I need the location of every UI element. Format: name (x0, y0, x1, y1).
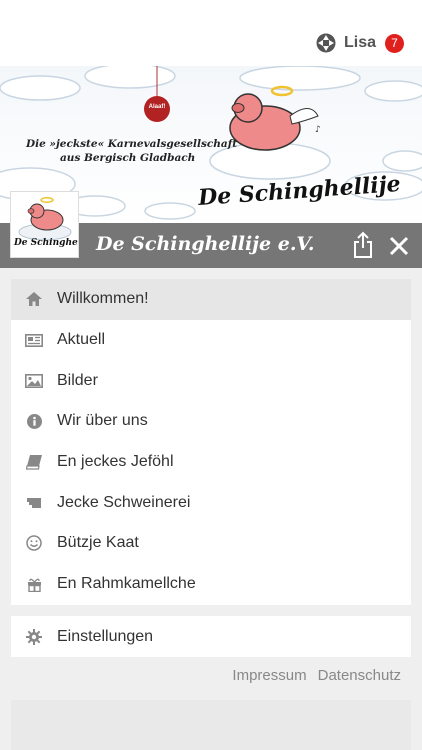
top-bar: Lisa 7 (0, 0, 422, 66)
gift-icon (25, 576, 43, 592)
bottom-panel (11, 700, 411, 750)
user-name[interactable]: Lisa (344, 34, 376, 52)
datenschutz-link[interactable]: Datenschutz (318, 667, 401, 684)
menu-label: En jeckes Jeföhl (57, 453, 174, 471)
settings-label: Einstellungen (57, 627, 154, 645)
book-icon (25, 454, 43, 470)
gear-icon (25, 628, 43, 645)
menu-item-aktuell[interactable]: Aktuell (11, 320, 411, 361)
home-icon (25, 291, 43, 307)
menu-label: Jecke Schweinerei (57, 493, 191, 511)
navigation-menu: Willkommen! Aktuell Bilder Wir über uns … (11, 279, 411, 605)
menu-item-jeckes-jefoehl[interactable]: En jeckes Jeföhl (11, 442, 411, 483)
avatar-text: De Schinghellije (14, 238, 78, 248)
footer-links: Impressum Datenschutz (232, 667, 401, 684)
user-area[interactable]: Lisa 7 (316, 33, 404, 53)
menu-item-willkommen[interactable]: Willkommen! (11, 279, 411, 320)
menu-item-wir-ueber-uns[interactable]: Wir über uns (11, 401, 411, 442)
club-avatar: De Schinghellije (10, 191, 79, 258)
ticket-icon (25, 495, 43, 511)
menu-label: En Rahmkamellche (57, 575, 196, 593)
impressum-link[interactable]: Impressum (232, 667, 306, 684)
menu-label: Aktuell (57, 331, 106, 349)
menu-label: Bilder (57, 371, 98, 389)
menu-label: Willkommen! (57, 290, 149, 308)
pig-logo-icon (18, 197, 72, 241)
banner-tagline-1: Die »jeckste« Karnevalsgesellschaft (26, 138, 238, 150)
menu-item-jecke-schweinerei[interactable]: Jecke Schweinerei (11, 482, 411, 523)
newspaper-icon (25, 332, 43, 348)
info-icon (25, 413, 43, 429)
menu-label: Wir über uns (57, 412, 148, 430)
menu-item-rahmkamellche[interactable]: En Rahmkamellche (11, 564, 411, 605)
menu-label: Bützje Kaat (57, 534, 139, 552)
club-title: De Schinghellije e.V. (96, 233, 315, 255)
banner-tagline-2: aus Bergisch Gladbach (60, 152, 196, 164)
share-icon[interactable] (352, 231, 374, 259)
close-icon[interactable] (388, 235, 410, 257)
svg-text:♪: ♪ (315, 125, 321, 135)
app-logo-icon (316, 33, 336, 53)
settings-item[interactable]: Einstellungen (11, 616, 411, 657)
menu-item-buetzje-kaat[interactable]: Bützje Kaat (11, 523, 411, 564)
image-icon (25, 373, 43, 389)
smiley-icon (25, 535, 43, 552)
notification-badge[interactable]: 7 (385, 33, 404, 53)
menu-item-bilder[interactable]: Bilder (11, 360, 411, 401)
ornament-label: Alaaf! (148, 104, 166, 110)
